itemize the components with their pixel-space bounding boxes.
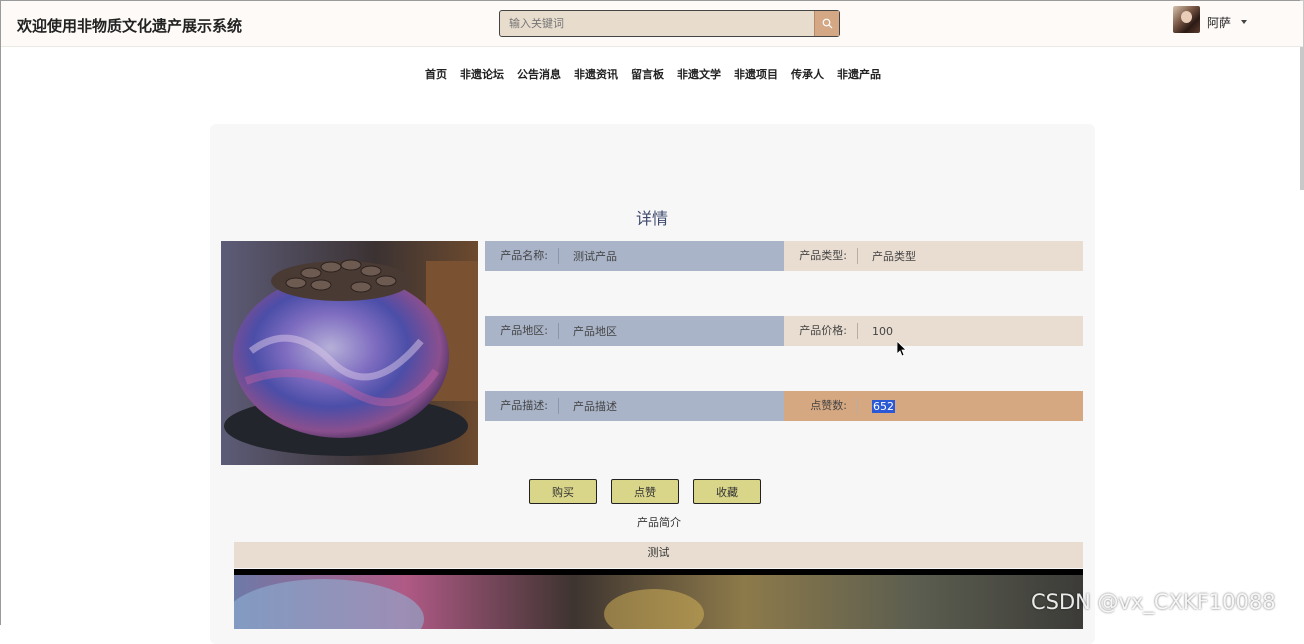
product-desc-cell: 产品描述: 产品描述 bbox=[485, 391, 784, 421]
likes-value-wrap: 652 bbox=[858, 399, 895, 413]
mouse-cursor-icon bbox=[897, 341, 907, 357]
nav-item-home[interactable]: 首页 bbox=[425, 66, 447, 82]
product-type-cell: 产品类型: 产品类型 bbox=[784, 241, 1083, 271]
nav-item-inheritors[interactable]: 传承人 bbox=[791, 66, 824, 82]
product-price-value: 100 bbox=[872, 324, 893, 338]
likes-cell: 点赞数: 652 bbox=[784, 391, 1083, 421]
action-buttons: 购买 点赞 收藏 bbox=[529, 479, 761, 504]
product-region-value: 产品地区 bbox=[573, 325, 617, 338]
intro-text: 测试 bbox=[234, 542, 1083, 568]
site-header: 欢迎使用非物质文化遗产展示系统 阿萨 bbox=[1, 1, 1303, 47]
intro-label: 产品简介 bbox=[637, 516, 681, 529]
nav-item-message-board[interactable]: 留言板 bbox=[631, 66, 664, 82]
product-name-label: 产品名称: bbox=[485, 248, 559, 264]
product-image bbox=[221, 241, 478, 465]
product-region-cell: 产品地区: 产品地区 bbox=[485, 316, 784, 346]
chevron-down-icon[interactable] bbox=[1241, 20, 1247, 24]
vase-illustration bbox=[221, 241, 478, 465]
intro-illustration bbox=[234, 569, 1083, 629]
nav-item-products[interactable]: 非遗产品 bbox=[837, 66, 881, 82]
likes-value: 652 bbox=[872, 399, 895, 413]
avatar[interactable] bbox=[1173, 6, 1200, 33]
nav-item-forum[interactable]: 非遗论坛 bbox=[460, 66, 504, 82]
search-button[interactable] bbox=[814, 11, 839, 36]
like-button[interactable]: 点赞 bbox=[611, 479, 679, 504]
info-row-3: 产品描述: 产品描述 点赞数: 652 bbox=[485, 391, 1083, 421]
nav-item-news[interactable]: 非遗资讯 bbox=[574, 66, 618, 82]
product-type-label: 产品类型: bbox=[784, 248, 858, 264]
product-name-value: 测试产品 bbox=[573, 250, 617, 263]
search-icon bbox=[822, 18, 832, 29]
detail-title: 详情 bbox=[635, 209, 668, 228]
likes-label: 点赞数: bbox=[784, 398, 858, 414]
product-price-label: 产品价格: bbox=[784, 323, 858, 339]
buy-button[interactable]: 购买 bbox=[529, 479, 597, 504]
watermark: CSDN @vx_CXKF10088 bbox=[1031, 590, 1276, 614]
product-price-cell: 产品价格: 100 bbox=[784, 316, 1083, 346]
info-row-2: 产品地区: 产品地区 产品价格: 100 bbox=[485, 316, 1083, 346]
nav-item-projects[interactable]: 非遗项目 bbox=[734, 66, 778, 82]
product-region-label: 产品地区: bbox=[485, 323, 559, 339]
username[interactable]: 阿萨 bbox=[1207, 14, 1231, 31]
site-title: 欢迎使用非物质文化遗产展示系统 bbox=[17, 17, 243, 35]
main-nav: 首页 非遗论坛 公告消息 非遗资讯 留言板 非遗文学 非遗项目 传承人 非遗产品 bbox=[0, 66, 1304, 82]
search-box bbox=[499, 10, 840, 37]
info-row-1: 产品名称: 测试产品 产品类型: 产品类型 bbox=[485, 241, 1083, 271]
product-type-value: 产品类型 bbox=[872, 250, 916, 263]
nav-item-announcements[interactable]: 公告消息 bbox=[517, 66, 561, 82]
product-desc-label: 产品描述: bbox=[485, 398, 559, 414]
nav-item-literature[interactable]: 非遗文学 bbox=[677, 66, 721, 82]
product-name-cell: 产品名称: 测试产品 bbox=[485, 241, 784, 271]
intro-image bbox=[234, 569, 1083, 629]
product-desc-value: 产品描述 bbox=[573, 400, 617, 413]
favorite-button[interactable]: 收藏 bbox=[693, 479, 761, 504]
search-input[interactable] bbox=[500, 11, 814, 36]
